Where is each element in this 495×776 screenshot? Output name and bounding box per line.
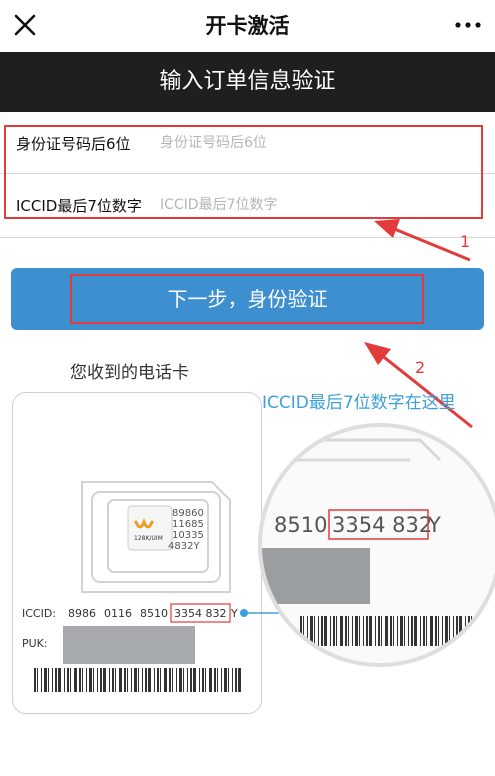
magnified-prefix: 8510: [274, 513, 327, 537]
barcode-bar: [435, 616, 437, 646]
barcode-bar: [471, 616, 472, 646]
barcode-bar: [456, 616, 458, 646]
barcode-bar: [333, 616, 335, 646]
barcode-bar: [314, 616, 315, 646]
barcode-bar: [490, 616, 493, 646]
barcode-bar: [408, 616, 409, 646]
magnifier: 8510 3354 832 Y: [258, 423, 495, 667]
barcode-bar: [423, 616, 425, 646]
barcode-bar: [420, 616, 421, 646]
barcode-bar: [411, 616, 413, 646]
verification-form: 身份证号码后6位 ICCID最后7位数字: [0, 112, 495, 238]
barcode-bar: [381, 616, 382, 646]
page-title: 开卡激活: [205, 14, 290, 38]
barcode-bar: [430, 616, 433, 646]
barcode-bar: [303, 616, 304, 646]
barcode-bar: [487, 616, 488, 646]
section-banner: 输入订单信息验证: [0, 52, 495, 112]
barcode-bar: [307, 616, 308, 646]
barcode-bar: [369, 616, 372, 646]
barcode-bar: [453, 616, 454, 646]
barcode-bar: [375, 616, 376, 646]
more-icon[interactable]: [451, 12, 485, 38]
barcode-bar: [449, 616, 450, 646]
barcode-bar: [378, 616, 380, 646]
barcode-bar: [480, 616, 482, 646]
barcode-bar: [324, 616, 327, 646]
barcode-bar: [310, 616, 313, 646]
sim-card-illustration: [12, 392, 262, 714]
barcode-bar: [426, 616, 427, 646]
iccid-connector: [240, 540, 405, 617]
iccid-input[interactable]: [160, 190, 470, 220]
barcode-bar: [345, 616, 347, 646]
next-step-button[interactable]: 下一步，身份验证: [11, 268, 484, 330]
callout-number-2: 2: [415, 358, 426, 377]
barcode-bar: [355, 616, 358, 646]
id-number-row: 身份证号码后6位: [0, 112, 495, 174]
barcode-bar: [397, 616, 398, 646]
iccid-location-hint: ICCID最后7位数字在这里: [262, 393, 456, 413]
iccid-label: ICCID最后7位数字: [16, 197, 142, 215]
barcode-bar: [442, 616, 443, 646]
barcode-bar: [385, 616, 388, 646]
barcode-bar: [459, 616, 462, 646]
barcode-bar: [393, 616, 394, 646]
barcode-bar: [445, 616, 448, 646]
magnified-highlight-box: [328, 509, 429, 540]
magnified-redacted: [260, 548, 370, 604]
barcode-bar: [475, 616, 478, 646]
barcode-bar: [336, 616, 337, 646]
barcode-bar: [300, 616, 302, 646]
barcode-bar: [404, 616, 405, 646]
barcode-bar: [438, 616, 439, 646]
barcode-bar: [318, 616, 319, 646]
barcode-bar: [330, 616, 331, 646]
callout-arrow-2: [364, 342, 473, 429]
barcode-bar: [363, 616, 364, 646]
iccid-row: ICCID最后7位数字: [0, 174, 495, 236]
magnified-suffix: Y: [427, 513, 441, 537]
barcode-bar: [400, 616, 403, 646]
barcode-bar: [352, 616, 353, 646]
magnified-highlight: 3354 832: [332, 513, 432, 537]
id-number-input[interactable]: [160, 128, 470, 158]
barcode-bar: [321, 616, 323, 646]
barcode-bar: [348, 616, 349, 646]
card-caption: 您收到的电话卡: [70, 363, 189, 383]
barcode-bar: [390, 616, 392, 646]
magnified-barcode: [300, 616, 495, 646]
barcode-bar: [465, 616, 466, 646]
top-bar: 开卡激活: [0, 0, 495, 52]
id-number-label: 身份证号码后6位: [16, 135, 131, 153]
barcode-bar: [366, 616, 368, 646]
barcode-bar: [468, 616, 470, 646]
barcode-bar: [414, 616, 417, 646]
barcode-bar: [340, 616, 343, 646]
barcode-bar: [483, 616, 484, 646]
callout-number-1: 1: [460, 232, 471, 251]
barcode-bar: [359, 616, 360, 646]
